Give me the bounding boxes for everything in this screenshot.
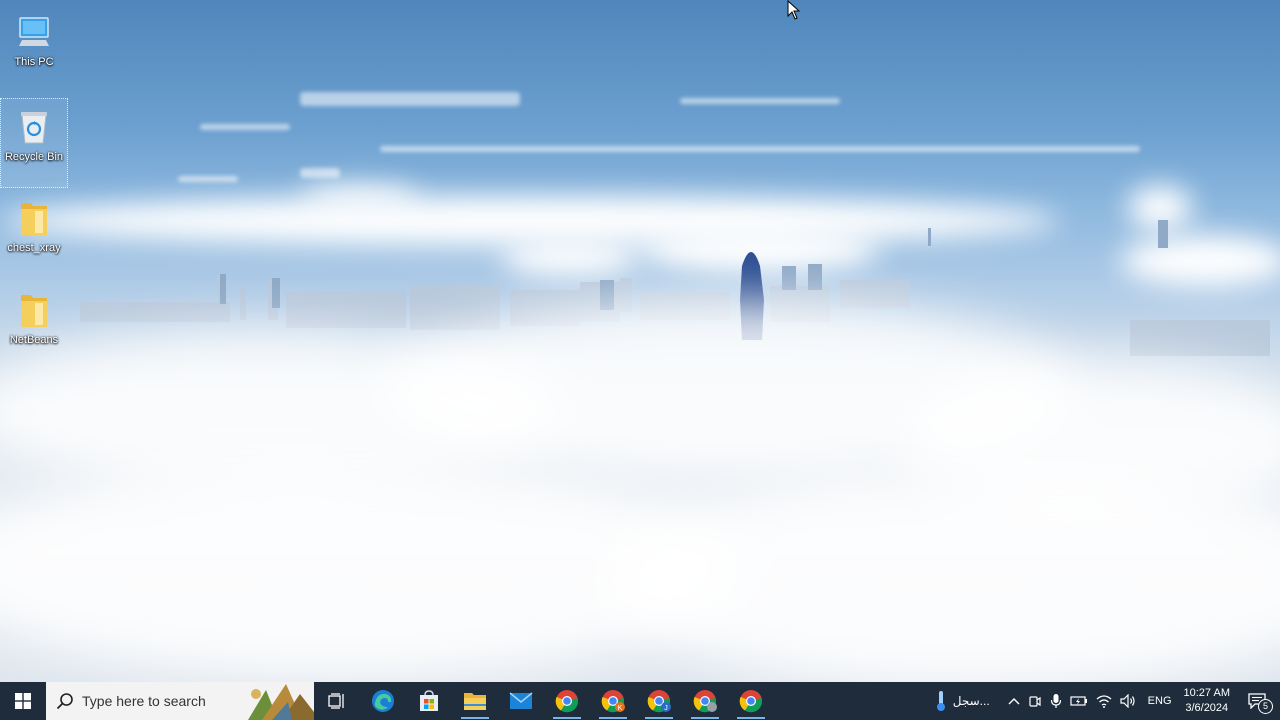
mouse-cursor-icon (787, 0, 801, 20)
desktop-icon-label: Recycle Bin (4, 151, 64, 163)
volume-button[interactable] (1116, 682, 1140, 720)
thermometer-icon (936, 691, 945, 711)
taskbar-search-box[interactable]: Type here to search (46, 682, 314, 720)
desktop-icon-recycle-bin[interactable]: Recycle Bin (0, 98, 68, 188)
clock[interactable]: 10:27 AM 3/6/2024 (1180, 682, 1234, 720)
desktop-icon-label: This PC (14, 56, 54, 68)
taskbar-chrome-profile-button[interactable] (682, 682, 728, 720)
computer-icon (14, 12, 54, 52)
desktop-wallpaper (0, 0, 1280, 682)
recycle-bin-icon (14, 107, 54, 147)
desktop-icon-netbeans[interactable]: NetBeans (0, 282, 68, 372)
taskbar: Type here to search K J سجل... ENG 10:27… (0, 682, 1280, 720)
chrome-profile-k-icon: K (601, 690, 625, 713)
input-language: ENG (1147, 695, 1172, 707)
folder-icon (14, 198, 54, 238)
search-placeholder: Type here to search (82, 693, 206, 709)
windows-logo-icon (15, 693, 31, 709)
meet-now-button[interactable] (1024, 682, 1046, 720)
mail-icon (509, 692, 533, 709)
chevron-up-icon (1008, 698, 1020, 705)
clock-date: 3/6/2024 (1185, 702, 1229, 714)
svg-text:J: J (664, 705, 668, 712)
network-button[interactable] (1092, 682, 1116, 720)
input-language-button[interactable]: ENG (1140, 682, 1180, 720)
folder-icon (14, 290, 54, 330)
speaker-icon (1120, 694, 1135, 708)
store-icon (420, 690, 438, 711)
chrome-icon (739, 690, 763, 713)
battery-button[interactable] (1066, 682, 1092, 720)
microphone-button[interactable] (1046, 682, 1066, 720)
taskbar-chrome-profile-k-button[interactable]: K (590, 682, 636, 720)
desktop-icon-label: chest_xray (7, 242, 61, 254)
battery-charging-icon (1070, 696, 1087, 706)
task-view-icon (328, 693, 344, 709)
desktop-icon-label: NetBeans (9, 334, 59, 346)
task-view-button[interactable] (314, 682, 360, 720)
weather-widget[interactable]: سجل... (931, 682, 1004, 720)
taskbar-mail-button[interactable] (498, 682, 544, 720)
start-button[interactable] (0, 682, 46, 720)
file-explorer-icon (464, 693, 486, 710)
weather-text: سجل... (952, 694, 990, 708)
desktop-icon-chest-xray[interactable]: chest_xray (0, 190, 68, 280)
desktop-icon-this-pc[interactable]: This PC (0, 4, 68, 94)
search-highlight-image (242, 682, 314, 720)
system-tray: سجل... ENG 10:27 AM 3/6/2024 5 (931, 682, 1280, 720)
taskbar-edge-button[interactable] (360, 682, 406, 720)
clock-time: 10:27 AM (1183, 687, 1230, 699)
meet-now-icon (1029, 696, 1041, 707)
taskbar-chrome-button[interactable] (544, 682, 590, 720)
search-icon (56, 693, 73, 710)
show-hidden-icons-button[interactable] (1004, 682, 1024, 720)
notification-count-badge: 5 (1258, 699, 1273, 714)
taskbar-store-button[interactable] (406, 682, 452, 720)
chrome-icon (555, 690, 579, 713)
chrome-profile-j-icon: J (647, 690, 671, 713)
notifications-button[interactable]: 5 (1234, 682, 1280, 720)
chrome-profile-icon (693, 690, 717, 713)
wifi-icon (1096, 695, 1112, 708)
microphone-icon (1050, 694, 1061, 708)
taskbar-chrome-button-2[interactable] (728, 682, 774, 720)
edge-icon (372, 690, 394, 712)
taskbar-chrome-profile-j-button[interactable]: J (636, 682, 682, 720)
taskbar-file-explorer-button[interactable] (452, 682, 498, 720)
svg-text:K: K (618, 705, 623, 712)
